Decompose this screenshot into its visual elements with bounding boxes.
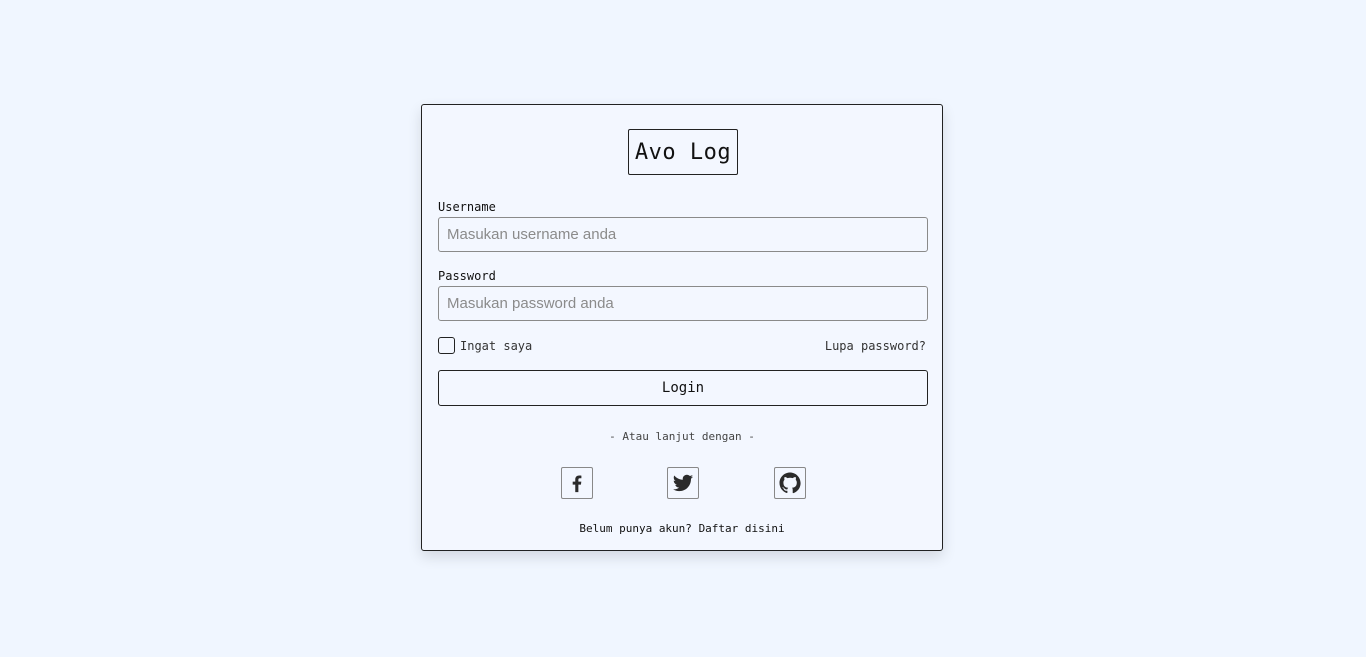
remember-me[interactable]: Ingat saya	[438, 337, 532, 354]
facebook-icon	[566, 472, 588, 494]
github-icon	[778, 471, 802, 495]
social-divider: - Atau lanjut dengan -	[609, 430, 755, 443]
facebook-button[interactable]	[561, 467, 593, 499]
remember-checkbox[interactable]	[438, 337, 455, 354]
twitter-button[interactable]	[667, 467, 699, 499]
password-input[interactable]	[438, 286, 928, 321]
password-label: Password	[438, 269, 496, 283]
username-label: Username	[438, 200, 496, 214]
username-input[interactable]	[438, 217, 928, 252]
login-card: Avo Log Username Password Ingat saya Lup…	[421, 104, 943, 551]
github-button[interactable]	[774, 467, 806, 499]
login-button[interactable]: Login	[438, 370, 928, 406]
signup-prompt: Belum punya akun? Daftar disini	[422, 522, 942, 535]
signup-text: Belum punya akun?	[579, 522, 692, 535]
twitter-icon	[671, 472, 695, 494]
forgot-password-link[interactable]: Lupa password?	[825, 339, 926, 353]
signup-link[interactable]: Daftar disini	[699, 522, 785, 535]
app-logo: Avo Log	[628, 129, 738, 175]
remember-label: Ingat saya	[460, 338, 533, 353]
